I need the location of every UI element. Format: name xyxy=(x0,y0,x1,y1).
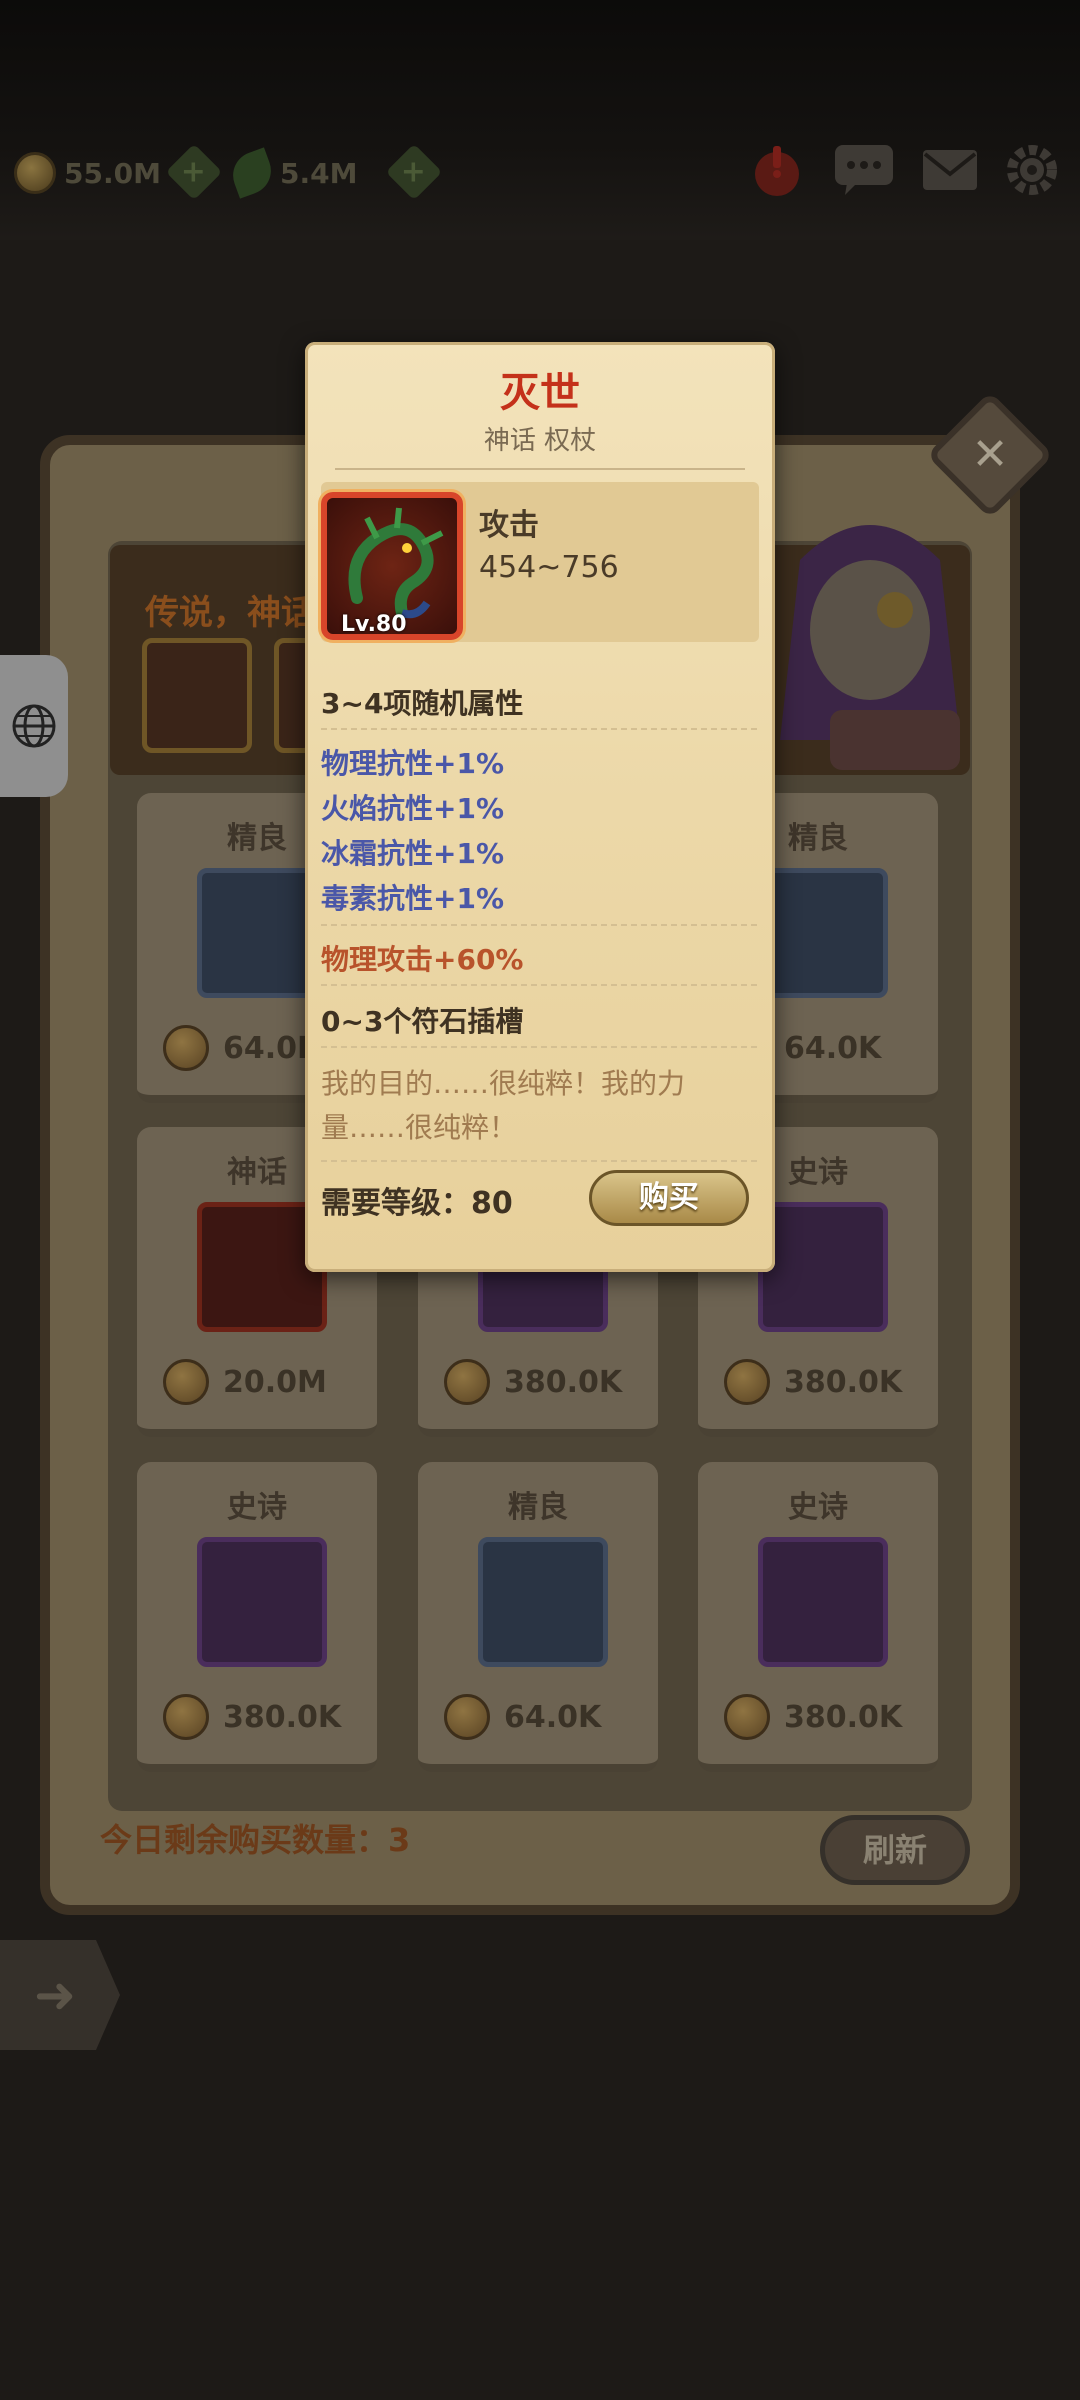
mail-icon[interactable] xyxy=(918,138,982,202)
card-price: 380.0K xyxy=(784,1699,903,1735)
gold-coin-icon xyxy=(14,152,56,194)
resist-fire: 火焰抗性+1% xyxy=(321,792,504,825)
gold-counter[interactable]: 55.0M xyxy=(14,150,161,196)
remaining-purchases: 今日剩余购买数量：3 xyxy=(100,1821,411,1859)
boots-icon xyxy=(758,1202,888,1332)
resist-poison: 毒素抗性+1% xyxy=(321,882,504,915)
stat-label: 攻击 xyxy=(479,508,539,543)
coin-icon xyxy=(444,1694,490,1740)
required-level: 需要等级：80 xyxy=(321,1186,513,1221)
shop-card[interactable]: 史诗 380.0K xyxy=(137,1462,377,1772)
card-price: 380.0K xyxy=(784,1364,903,1400)
coin-icon xyxy=(163,1025,209,1071)
shop-card[interactable]: 史诗 380.0K xyxy=(698,1462,938,1772)
card-price: 380.0K xyxy=(504,1364,623,1400)
divider xyxy=(321,728,761,730)
dagger-icon xyxy=(758,1537,888,1667)
gold-amount: 55.0M xyxy=(64,156,161,190)
refresh-button[interactable]: 刷新 xyxy=(820,1815,970,1885)
divider xyxy=(321,1160,761,1162)
coin-icon xyxy=(724,1694,770,1740)
item-type: 神话 权杖 xyxy=(483,426,597,456)
card-price: 64.0K xyxy=(784,1030,882,1066)
arrow-right-icon: ➜ xyxy=(34,1966,76,2024)
divider xyxy=(335,468,745,470)
boots-icon xyxy=(758,868,888,998)
settings-gear-icon[interactable] xyxy=(1000,138,1064,202)
coin-icon xyxy=(724,1359,770,1405)
coin-icon xyxy=(163,1359,209,1405)
card-quality: 精良 xyxy=(508,1490,568,1525)
item-tooltip: 灭世 神话 权杖 Lv.80 攻击 454~756 3~4项随机属性 物理抗性+… xyxy=(305,342,775,1272)
bow-icon xyxy=(197,1537,327,1667)
stat-value: 454~756 xyxy=(479,550,619,585)
globe-icon[interactable] xyxy=(0,655,68,797)
divider xyxy=(321,1046,761,1048)
coin-icon xyxy=(444,1359,490,1405)
wizard-character-icon xyxy=(780,525,960,770)
expand-arrow-button[interactable]: ➜ xyxy=(0,1940,120,2050)
divider xyxy=(321,984,761,986)
socket-count: 0~3个符石插槽 xyxy=(321,1005,524,1038)
add-gold-icon[interactable]: + xyxy=(165,143,223,201)
bonus-attack: 物理攻击+60% xyxy=(321,943,524,976)
banner-text: 传说，神话 xyxy=(145,593,315,633)
card-quality: 史诗 xyxy=(227,1490,287,1525)
card-price: 20.0M xyxy=(223,1364,327,1400)
random-attributes: 3~4项随机属性 xyxy=(321,687,524,720)
item-name: 灭世 xyxy=(500,370,580,416)
shop-card[interactable]: 精良 64.0K xyxy=(418,1462,658,1772)
gem-counter[interactable]: 5.4M xyxy=(226,147,358,199)
banner-scepter-icon[interactable] xyxy=(142,638,252,753)
add-gem-icon[interactable]: + xyxy=(385,143,443,201)
item-description: 我的目的……很纯粹！我的力量……很纯粹！ xyxy=(321,1067,686,1144)
chat-icon[interactable] xyxy=(832,138,896,202)
card-price: 380.0K xyxy=(223,1699,342,1735)
leaf-gem-icon xyxy=(226,147,278,199)
alert-icon[interactable] xyxy=(745,138,809,202)
amulet-icon xyxy=(478,1537,608,1667)
buy-button[interactable]: 购买 xyxy=(589,1170,749,1226)
gem-amount: 5.4M xyxy=(280,156,358,190)
top-bar: 55.0M + 5.4M + xyxy=(0,0,1080,240)
resist-physical: 物理抗性+1% xyxy=(321,747,504,780)
card-price: 64.0K xyxy=(504,1699,602,1735)
dragon-scepter-icon: Lv.80 xyxy=(321,492,463,640)
card-quality: 史诗 xyxy=(788,1490,848,1525)
resist-frost: 冰霜抗性+1% xyxy=(321,837,504,870)
level-badge: Lv.80 xyxy=(341,612,407,637)
coin-icon xyxy=(163,1694,209,1740)
divider xyxy=(321,924,761,926)
game-screen: 55.0M + 5.4M + 传说，神话 ✕ 精良 64.0K 精良 64.0K… xyxy=(0,0,1080,2400)
